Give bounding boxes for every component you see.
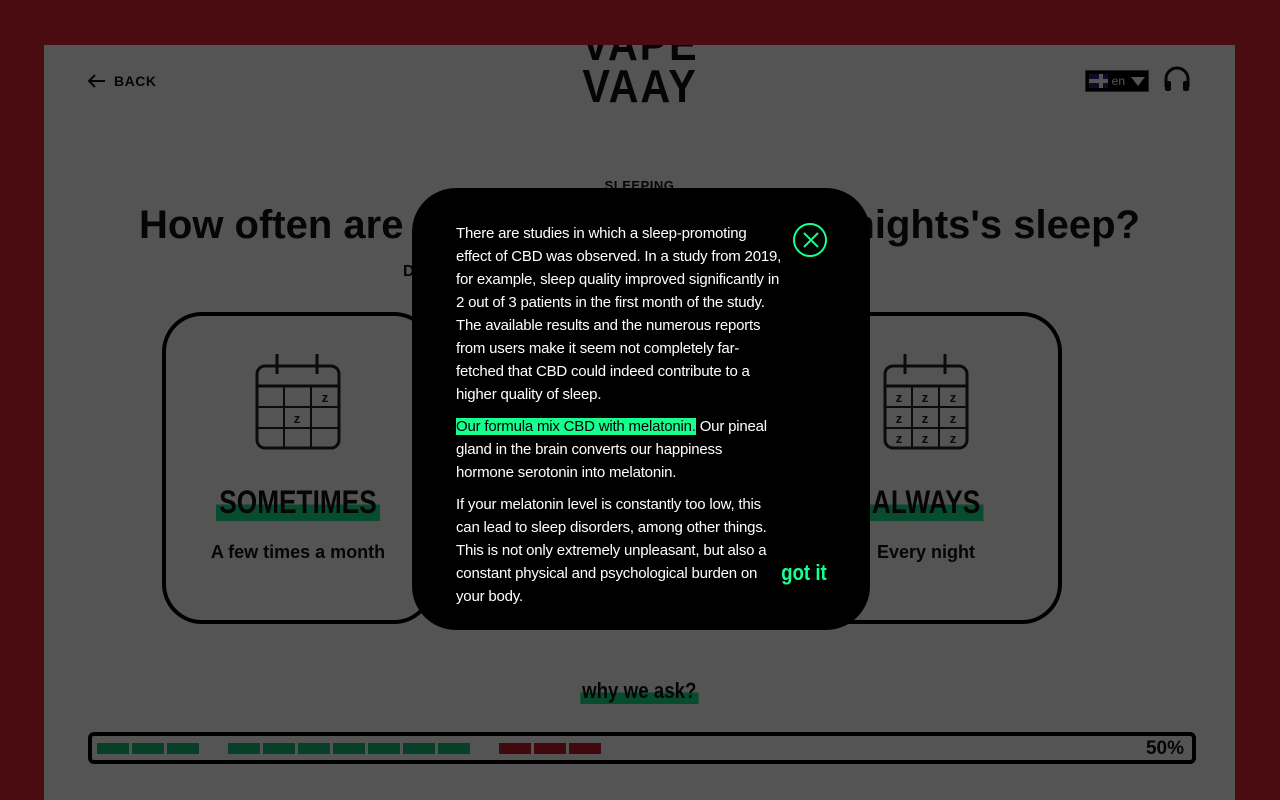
svg-text:z: z <box>294 411 301 426</box>
why-we-ask-link[interactable]: why we ask? <box>580 678 699 704</box>
calendar-sleep-icon: z z <box>255 352 341 455</box>
progress-bar: 50% <box>88 732 1196 764</box>
modal-paragraph: Our formula mix CBD with melatonin. Our … <box>456 415 782 484</box>
arrow-left-icon <box>88 74 105 88</box>
svg-text:z: z <box>896 390 903 405</box>
language-code: en <box>1111 74 1125 88</box>
progress-segment-complete <box>263 743 295 754</box>
progress-segment-complete <box>438 743 470 754</box>
question-title-right: nights's sleep? <box>850 203 1140 247</box>
progress-segment-current <box>499 743 531 754</box>
question-title-left: How often are <box>139 203 404 247</box>
progress-segment-current <box>534 743 566 754</box>
option-label: SOMETIMES <box>215 484 380 521</box>
svg-text:z: z <box>322 390 329 405</box>
progress-segment-current <box>569 743 601 754</box>
info-modal: There are studies in which a sleep-promo… <box>412 188 870 630</box>
option-label: ALWAYS <box>868 484 984 521</box>
logo[interactable]: VAPE VAAY <box>575 45 705 112</box>
close-icon[interactable] <box>793 223 827 257</box>
svg-text:z: z <box>950 431 957 446</box>
modal-body: There are studies in which a sleep-promo… <box>456 222 782 617</box>
logo-line-2: VAAY <box>581 60 698 112</box>
back-label: BACK <box>114 73 157 89</box>
svg-text:z: z <box>922 411 929 426</box>
svg-text:z: z <box>896 411 903 426</box>
progress-segment-complete <box>97 743 129 754</box>
svg-text:z: z <box>950 390 957 405</box>
option-description: A few times a month <box>210 542 386 562</box>
progress-percent: 50% <box>1145 738 1184 759</box>
progress-segment-complete <box>132 743 164 754</box>
chevron-down-icon <box>1131 76 1145 86</box>
uk-flag-icon <box>1089 74 1108 88</box>
svg-text:z: z <box>950 411 957 426</box>
got-it-button[interactable]: got it <box>781 560 827 586</box>
option-card-sometimes[interactable]: z z SOMETIMES A few times a month <box>162 312 434 624</box>
progress-segment-complete <box>368 743 400 754</box>
calendar-sleep-icon: zzz zzz zzz <box>883 352 969 455</box>
modal-paragraph: There are studies in which a sleep-promo… <box>456 225 782 403</box>
back-button[interactable]: BACK <box>88 73 156 89</box>
headphones-icon[interactable] <box>1163 65 1191 98</box>
progress-segment-complete <box>298 743 330 754</box>
svg-text:z: z <box>922 390 929 405</box>
highlighted-text: Our formula mix CBD with melatonin. <box>456 418 696 435</box>
language-selector[interactable]: en <box>1085 70 1149 92</box>
progress-segment-complete <box>228 743 260 754</box>
progress-segment-complete <box>403 743 435 754</box>
svg-text:z: z <box>922 431 929 446</box>
svg-text:z: z <box>896 431 903 446</box>
progress-segment-complete <box>333 743 365 754</box>
modal-paragraph: If your melatonin level is constantly to… <box>456 496 767 605</box>
progress-segment-complete <box>167 743 199 754</box>
